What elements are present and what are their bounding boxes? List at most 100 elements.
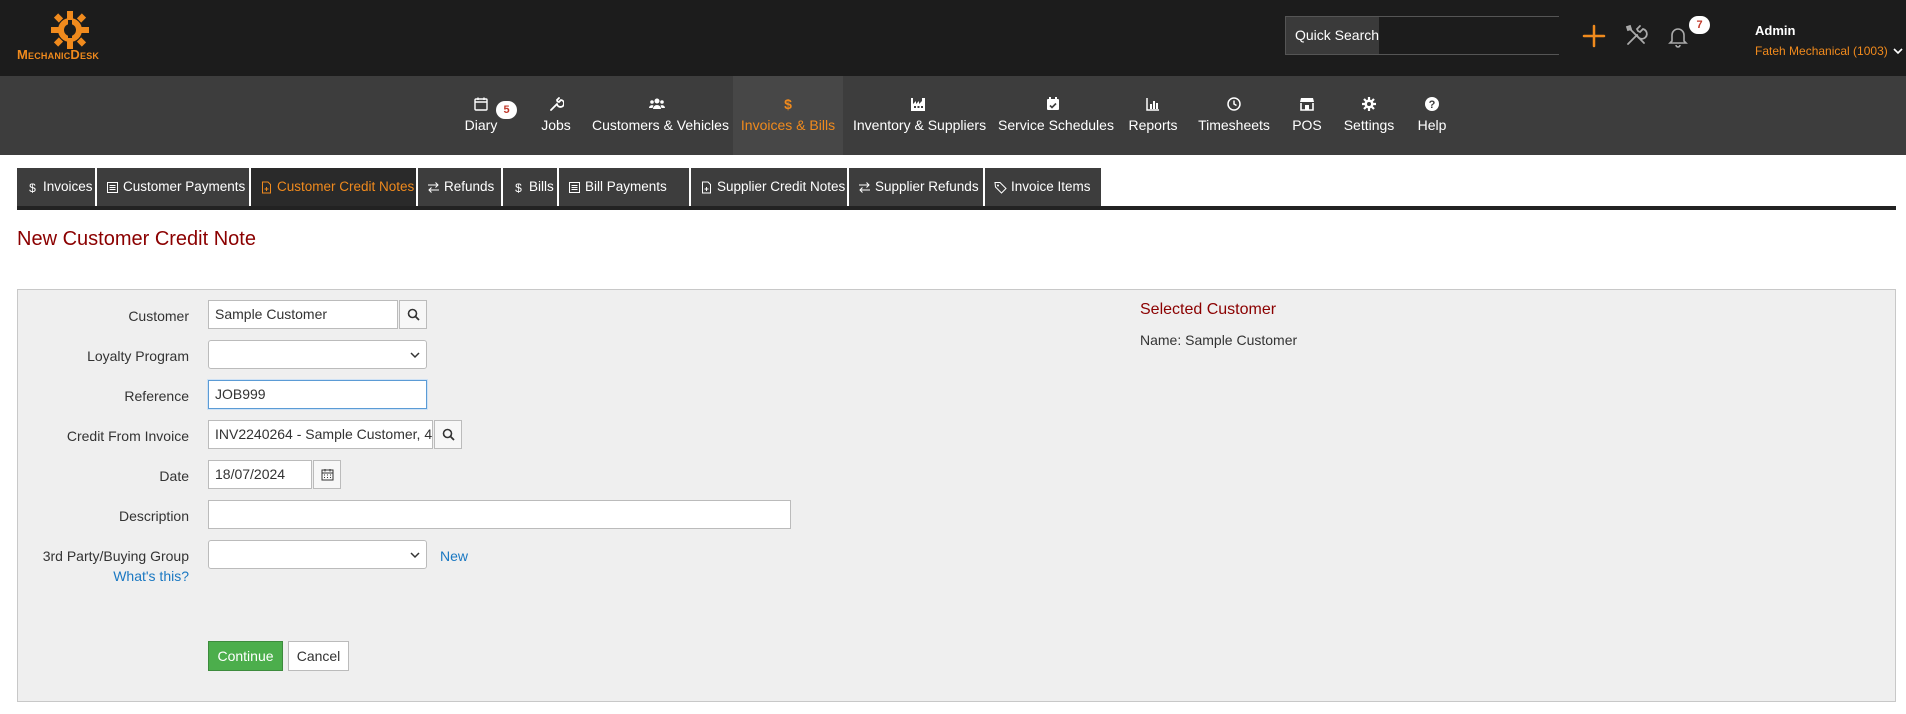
- quick-search-input[interactable]: [1379, 17, 1577, 54]
- chevron-down-icon: [410, 352, 420, 359]
- nav-timesheets-label: Timesheets: [1198, 117, 1270, 133]
- receipt-icon: [107, 181, 118, 193]
- file-icon: [262, 181, 271, 193]
- date-label: Date: [159, 468, 189, 484]
- subtab-refunds-label: Refunds: [444, 179, 495, 194]
- user-name: Admin: [1755, 23, 1796, 38]
- date-input[interactable]: 18/07/2024: [208, 460, 312, 489]
- date-picker-button[interactable]: [313, 460, 341, 489]
- selected-customer-name: Name: Sample Customer: [1140, 332, 1298, 348]
- nav-inventory-suppliers[interactable]: Inventory & Suppliers: [853, 76, 987, 155]
- gear-icon: [1362, 97, 1376, 111]
- calendar-check-icon: [1047, 97, 1059, 110]
- nav-invoices-bills-label: Invoices & Bills: [740, 117, 836, 133]
- page-title: New Customer Credit Note: [17, 228, 256, 250]
- description-input[interactable]: [208, 500, 791, 529]
- subtab-bill-payments[interactable]: Bill Payments: [559, 168, 689, 206]
- subtab-invoice-items[interactable]: Invoice Items: [985, 168, 1101, 206]
- tab-divider: [17, 206, 1896, 210]
- nav-diary-label: Diary: [464, 117, 498, 133]
- continue-button[interactable]: Continue: [208, 641, 283, 671]
- subtab-invoices-label: Invoices: [43, 179, 93, 194]
- loyalty-program-label: Loyalty Program: [87, 348, 189, 364]
- exchange-icon: [859, 181, 870, 193]
- users-icon: [649, 98, 665, 109]
- nav-service-schedules[interactable]: Service Schedules: [998, 76, 1114, 155]
- nav-jobs-label: Jobs: [541, 117, 571, 133]
- notification-badge: 7: [1689, 16, 1710, 34]
- chevron-down-icon: [1893, 48, 1903, 55]
- dollar-icon: $: [784, 96, 792, 112]
- svg-text:$: $: [784, 96, 792, 112]
- file-icon: [702, 181, 711, 193]
- nav-help-label: Help: [1417, 117, 1447, 133]
- subtab-customer-credit-notes[interactable]: Customer Credit Notes: [251, 168, 416, 206]
- nav-inventory-suppliers-label: Inventory & Suppliers: [853, 117, 987, 133]
- credit-from-invoice-input[interactable]: INV2240264 - Sample Customer, 4: [208, 420, 433, 449]
- question-icon: ?: [1425, 97, 1439, 111]
- subtab-supplier-credit-notes[interactable]: Supplier Credit Notes: [691, 168, 847, 206]
- calendar-icon: [474, 97, 488, 111]
- new-buying-group-link[interactable]: New: [440, 548, 468, 564]
- search-icon: [442, 428, 455, 441]
- subtab-refunds[interactable]: Refunds: [418, 168, 501, 206]
- customer-label: Customer: [128, 308, 189, 324]
- chart-icon: [1146, 98, 1159, 111]
- nav-pos[interactable]: POS: [1290, 76, 1324, 155]
- subtab-customer-payments[interactable]: Customer Payments: [97, 168, 249, 206]
- nav-timesheets[interactable]: Timesheets: [1197, 76, 1271, 155]
- clock-icon: [1227, 97, 1241, 111]
- subtab-invoices[interactable]: $ Invoices: [17, 168, 95, 206]
- subtab-invoice-items-label: Invoice Items: [1011, 179, 1091, 194]
- nav-reports-label: Reports: [1128, 117, 1178, 133]
- quick-search: Quick Search: [1285, 16, 1577, 55]
- dollar-icon: $: [29, 181, 36, 194]
- plus-icon[interactable]: [1580, 22, 1608, 50]
- whats-this-link[interactable]: What's this?: [18, 568, 189, 584]
- third-party-select[interactable]: [208, 540, 427, 569]
- calendar-icon: [321, 469, 333, 481]
- quick-search-label: Quick Search: [1286, 17, 1380, 54]
- subtab-bills-label: Bills: [529, 179, 554, 194]
- nav-help[interactable]: ? Help: [1416, 76, 1448, 155]
- nav-customers-vehicles-label: Customers & Vehicles: [592, 117, 729, 133]
- credit-from-invoice-label: Credit From Invoice: [66, 428, 189, 444]
- svg-text:$: $: [515, 181, 522, 194]
- reference-input[interactable]: JOB999: [208, 380, 427, 409]
- nav-settings-label: Settings: [1343, 117, 1395, 133]
- nav-service-schedules-label: Service Schedules: [998, 117, 1114, 133]
- subtab-bills[interactable]: $ Bills: [503, 168, 557, 206]
- mechanicdesk-logo[interactable]: MechanicDesk: [17, 10, 132, 62]
- tools-icon[interactable]: [1622, 22, 1650, 50]
- nav-invoices-bills[interactable]: $ Invoices & Bills: [733, 76, 843, 155]
- nav-settings[interactable]: Settings: [1343, 76, 1395, 155]
- subtab-supplier-credit-notes-label: Supplier Credit Notes: [717, 179, 846, 194]
- warehouse-icon: [911, 98, 925, 111]
- subtab-customer-credit-notes-label: Customer Credit Notes: [277, 179, 415, 194]
- nav-pos-label: POS: [1292, 117, 1322, 133]
- subtab-supplier-refunds[interactable]: Supplier Refunds: [849, 168, 983, 206]
- loyalty-program-select[interactable]: [208, 340, 427, 369]
- reference-label: Reference: [124, 388, 189, 404]
- cancel-button[interactable]: Cancel: [288, 641, 349, 671]
- main-nav: Diary 5 Jobs Customers & Vehicles $ Invo…: [0, 76, 1906, 155]
- nav-customers-vehicles[interactable]: Customers & Vehicles: [592, 76, 729, 155]
- subtab-supplier-refunds-label: Supplier Refunds: [875, 179, 979, 194]
- wrench-icon: [550, 97, 564, 111]
- top-bar: MechanicDesk Quick Search 7 Admin Fateh …: [0, 0, 1906, 76]
- description-label: Description: [118, 508, 189, 524]
- credit-note-form: Customer Sample Customer Loyalty Program…: [17, 289, 1896, 702]
- user-menu[interactable]: Admin Fateh Mechanical (1003): [1755, 23, 1904, 58]
- nav-reports[interactable]: Reports: [1127, 76, 1179, 155]
- subtab-customer-payments-label: Customer Payments: [123, 179, 246, 194]
- invoice-search-button[interactable]: [434, 420, 462, 449]
- user-company[interactable]: Fateh Mechanical (1003): [1755, 44, 1904, 58]
- store-icon: [1300, 98, 1314, 111]
- logo-text: MechanicDesk: [17, 47, 100, 62]
- nav-jobs[interactable]: Jobs: [536, 76, 576, 155]
- tags-icon: [994, 181, 1007, 194]
- customer-search-button[interactable]: [399, 300, 427, 329]
- bell-icon[interactable]: [1664, 22, 1692, 50]
- customer-input[interactable]: Sample Customer: [208, 300, 398, 329]
- search-icon: [407, 308, 420, 321]
